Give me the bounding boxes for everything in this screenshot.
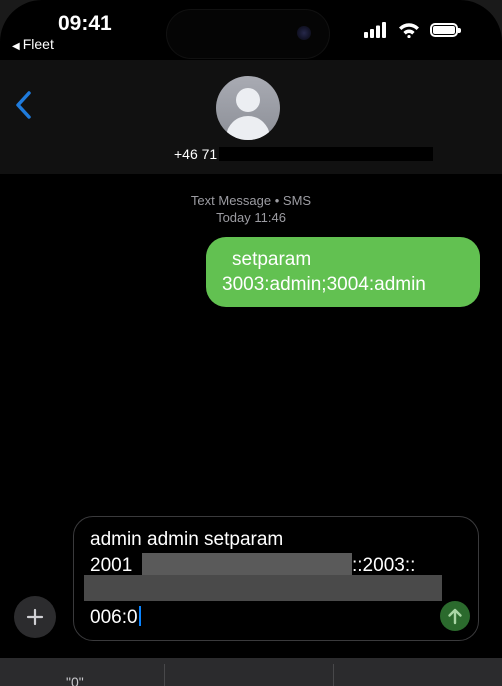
message-type-label: Text Message • SMS — [190, 193, 312, 208]
outgoing-message-line-1: setparam — [232, 249, 312, 270]
suggestion-divider — [164, 664, 165, 686]
keyboard-suggestion[interactable]: "0" — [66, 674, 84, 686]
battery-fill — [433, 26, 455, 34]
compose-line-4: 006:0 — [90, 605, 141, 631]
status-time: 09:41 — [58, 12, 112, 35]
arrow-up-icon — [448, 608, 462, 625]
plus-icon — [26, 608, 44, 626]
redacted-text-block — [142, 553, 352, 575]
redacted-text-block — [84, 575, 442, 601]
contact-info[interactable]: +46 71 — [174, 146, 434, 162]
cellular-signal-icon — [364, 22, 386, 38]
back-app-label: Fleet — [22, 36, 54, 52]
avatar-head — [236, 88, 260, 112]
conversation-header: +46 71 — [0, 60, 502, 174]
camera-icon — [297, 26, 311, 40]
keyboard-suggestion-bar: "0" — [0, 658, 502, 686]
person-avatar-icon[interactable] — [216, 76, 280, 140]
compose-bar: admin admin setparam 2001 ::2003:: 006:0 — [0, 504, 502, 654]
outgoing-message-bubble[interactable]: setparam 3003:admin;3004:admin — [206, 237, 480, 307]
message-thread: Text Message • SMS Today 11:46 setparam … — [0, 174, 502, 504]
send-button[interactable] — [440, 601, 470, 631]
redacted-contact-number — [219, 147, 434, 161]
status-bar: 09:41 ◀ Fleet — [0, 0, 502, 60]
dynamic-island — [167, 10, 329, 58]
plus-button[interactable] — [14, 596, 56, 638]
message-input[interactable]: admin admin setparam 2001 ::2003:: 006:0 — [73, 516, 479, 641]
status-icons — [364, 22, 461, 38]
compose-line-4-text: 006:0 — [90, 607, 138, 628]
chevron-left-icon[interactable] — [14, 90, 34, 120]
contact-number: +46 71 — [174, 146, 218, 162]
message-timestamp: Today 11:46 — [216, 210, 286, 225]
outgoing-message-line-2: 3003:admin;3004:admin — [222, 274, 426, 295]
battery-icon — [430, 23, 461, 37]
thread-meta: Text Message • SMS Today 11:46 — [0, 192, 502, 226]
messages-screen: 09:41 ◀ Fleet +46 71 Text Message • SMS … — [0, 0, 502, 686]
avatar-shoulders — [226, 116, 270, 140]
wifi-icon — [399, 23, 419, 38]
back-to-app-link[interactable]: ◀ Fleet — [12, 36, 54, 52]
suggestion-divider — [333, 664, 334, 686]
compose-line-1: admin admin setparam — [90, 529, 284, 550]
back-triangle-icon: ◀ — [12, 41, 20, 52]
text-cursor — [138, 606, 141, 626]
